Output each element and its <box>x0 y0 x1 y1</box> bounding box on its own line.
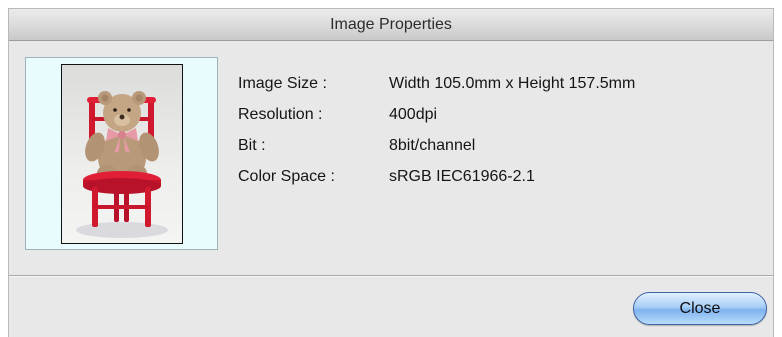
property-row-color-space: Color Space : sRGB IEC61966-2.1 <box>238 161 635 192</box>
property-row-image-size: Image Size : Width 105.0mm x Height 157.… <box>238 68 635 99</box>
property-label: Bit : <box>238 136 266 154</box>
divider <box>9 275 773 277</box>
image-properties-dialog: Image Properties Image Size: Width 105.… <box>8 8 774 337</box>
property-value: sRGB IEC61966-2.1 <box>389 167 535 185</box>
property-value: Width 105.0mm x Height 157.5mm <box>389 74 636 92</box>
teddy-bear-on-chair-image <box>76 91 168 238</box>
property-label: Resolution : <box>238 105 323 123</box>
property-label: Image Size : <box>238 74 327 92</box>
image-thumbnail <box>61 64 183 244</box>
image-properties-table: Image Size : Width 105.0mm x Height 157.… <box>238 68 635 192</box>
image-preview-panel <box>25 57 218 250</box>
property-row-resolution: Resolution : 400dpi <box>238 99 635 130</box>
property-value: 8bit/channel <box>389 136 476 154</box>
property-label: Color Space : <box>238 167 335 185</box>
close-button[interactable]: Close <box>633 292 767 325</box>
property-value: 400dpi <box>389 105 438 123</box>
dialog-title: Image Properties <box>9 9 773 41</box>
property-row-bit: Bit : 8bit/channel <box>238 130 635 161</box>
